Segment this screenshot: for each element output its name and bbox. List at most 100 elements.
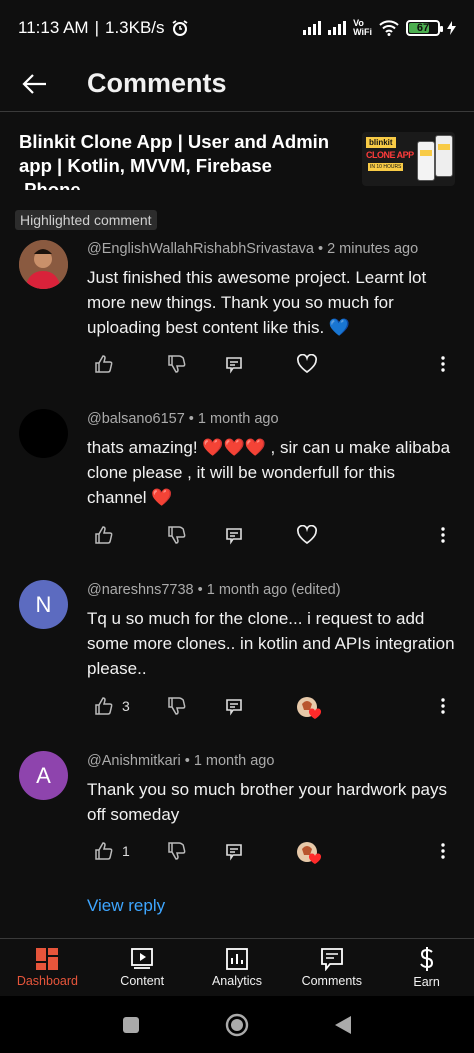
thumbs-down-icon <box>168 355 186 373</box>
analytics-icon <box>226 948 248 970</box>
comment-author[interactable]: @EnglishWallahRishabhSrivastava • 2 minu… <box>87 241 418 257</box>
reply-button[interactable] <box>224 354 244 374</box>
recents-icon[interactable] <box>122 1016 140 1034</box>
dislike-button[interactable] <box>167 841 187 861</box>
heart-button[interactable] <box>296 354 318 374</box>
like-button[interactable]: 1 <box>94 841 130 861</box>
reply-icon <box>226 844 242 861</box>
back-button[interactable] <box>0 56 70 112</box>
wifi-icon <box>379 20 399 36</box>
reply-button[interactable] <box>224 696 244 716</box>
thumbs-up-icon <box>95 355 113 373</box>
more-vert-icon <box>441 843 445 859</box>
highlighted-comment-badge: Highlighted comment <box>15 210 157 230</box>
system-navigation <box>0 996 474 1053</box>
thumbs-down-icon <box>168 526 186 544</box>
avatar-letter: N <box>35 591 52 617</box>
reply-button[interactable] <box>224 525 244 545</box>
dislike-button[interactable] <box>167 696 187 716</box>
more-vert-icon <box>441 698 445 714</box>
heart-outline-icon <box>296 354 318 374</box>
reply-icon <box>226 528 242 545</box>
back-triangle-icon[interactable] <box>334 1015 352 1035</box>
comment-text: Thank you so much brother your hardwork … <box>87 780 448 824</box>
creator-heart-button[interactable] <box>296 696 322 720</box>
thumbs-down-icon <box>168 697 186 715</box>
like-button[interactable]: 3 <box>94 696 130 716</box>
vowifi-label: Vo WiFi <box>353 18 372 37</box>
nav-dashboard[interactable]: Dashboard <box>0 939 95 996</box>
nav-comments[interactable]: Comments <box>284 939 379 996</box>
creator-heart-button[interactable] <box>296 841 322 865</box>
thumbs-down-icon <box>168 842 186 860</box>
nav-label: Dashboard <box>16 974 78 988</box>
more-options-button[interactable] <box>437 841 449 861</box>
nav-content[interactable]: Content <box>95 939 190 996</box>
creator-heart-icon <box>297 697 322 719</box>
avatar-photo-icon <box>19 240 68 289</box>
comment-author[interactable]: @nareshns7738 • 1 month ago (edited) <box>87 582 341 598</box>
app-header: Comments <box>0 56 474 112</box>
nav-analytics[interactable]: Analytics <box>190 939 285 996</box>
reply-icon <box>226 699 242 716</box>
thumbnail-phone-2 <box>435 135 453 177</box>
bottom-navigation: Dashboard Content Analytics Comments Ear… <box>0 938 474 996</box>
status-speed: 1.3KB/s <box>105 18 165 37</box>
comment-text: Tq u so much for the clone... i request … <box>87 609 455 678</box>
comment-text: thats amazing! ❤️❤️❤️ , sir can u make a… <box>87 438 451 507</box>
comment-author[interactable]: @Anishmitkari • 1 month ago <box>87 753 274 769</box>
comment-text: Just finished this awesome project. Lear… <box>87 268 427 337</box>
alarm-icon <box>172 20 188 36</box>
signal-icon-2 <box>328 21 347 35</box>
more-options-button[interactable] <box>437 696 449 716</box>
more-options-button[interactable] <box>437 525 449 545</box>
dashboard-icon <box>36 948 59 970</box>
comment-actions: 1 <box>0 841 474 865</box>
heart-button[interactable] <box>296 525 318 545</box>
more-vert-icon <box>441 356 445 372</box>
status-bar: 11:13 AM | 1.3KB/s Vo WiFi 67 <box>0 0 474 56</box>
battery-level: 67 <box>416 22 430 34</box>
reply-icon <box>226 357 242 374</box>
status-divider: | <box>94 18 99 37</box>
comment-author[interactable]: @balsano6157 • 1 month ago <box>87 411 279 427</box>
view-reply-link[interactable]: View reply <box>87 896 165 916</box>
thumbnail-logo: blinkit <box>366 137 396 148</box>
like-count: 3 <box>122 698 130 714</box>
nav-label: Analytics <box>211 974 262 988</box>
charging-icon <box>447 21 456 35</box>
nav-earn[interactable]: Earn <box>379 939 474 996</box>
nav-label: Earn <box>413 975 440 989</box>
more-options-button[interactable] <box>437 354 449 374</box>
avatar[interactable]: N <box>19 580 68 629</box>
nav-label: Content <box>120 974 165 988</box>
dislike-button[interactable] <box>167 354 187 374</box>
home-icon[interactable] <box>225 1013 249 1037</box>
page-title: Comments <box>87 68 227 98</box>
thumbnail-headline: CLONE APP <box>366 150 414 160</box>
dislike-button[interactable] <box>167 525 187 545</box>
more-vert-icon <box>441 527 445 543</box>
thumbs-up-icon <box>95 526 113 544</box>
battery-icon: 67 <box>406 20 443 36</box>
comments-icon <box>320 948 343 971</box>
video-thumbnail[interactable]: blinkit CLONE APP IN 10 HOURS <box>362 132 455 186</box>
reply-button[interactable] <box>224 841 244 861</box>
nav-label: Comments <box>301 974 362 988</box>
thumbnail-phone-1 <box>417 141 435 181</box>
video-info[interactable]: Blinkit Clone App | User and Admin app |… <box>19 130 455 190</box>
comment-actions: 3 <box>0 696 474 720</box>
heart-outline-icon <box>296 525 318 545</box>
back-arrow-icon <box>22 73 46 94</box>
avatar[interactable] <box>19 409 68 458</box>
avatar[interactable] <box>19 240 68 289</box>
like-count: 1 <box>122 843 130 859</box>
avatar-letter: A <box>36 762 51 788</box>
like-button[interactable] <box>94 525 114 545</box>
earn-icon <box>419 947 433 971</box>
thumbs-up-icon <box>95 697 113 715</box>
thumbnail-subline: IN 10 HOURS <box>368 163 404 171</box>
avatar[interactable]: A <box>19 751 68 800</box>
content-icon <box>131 948 154 969</box>
like-button[interactable] <box>94 354 114 374</box>
